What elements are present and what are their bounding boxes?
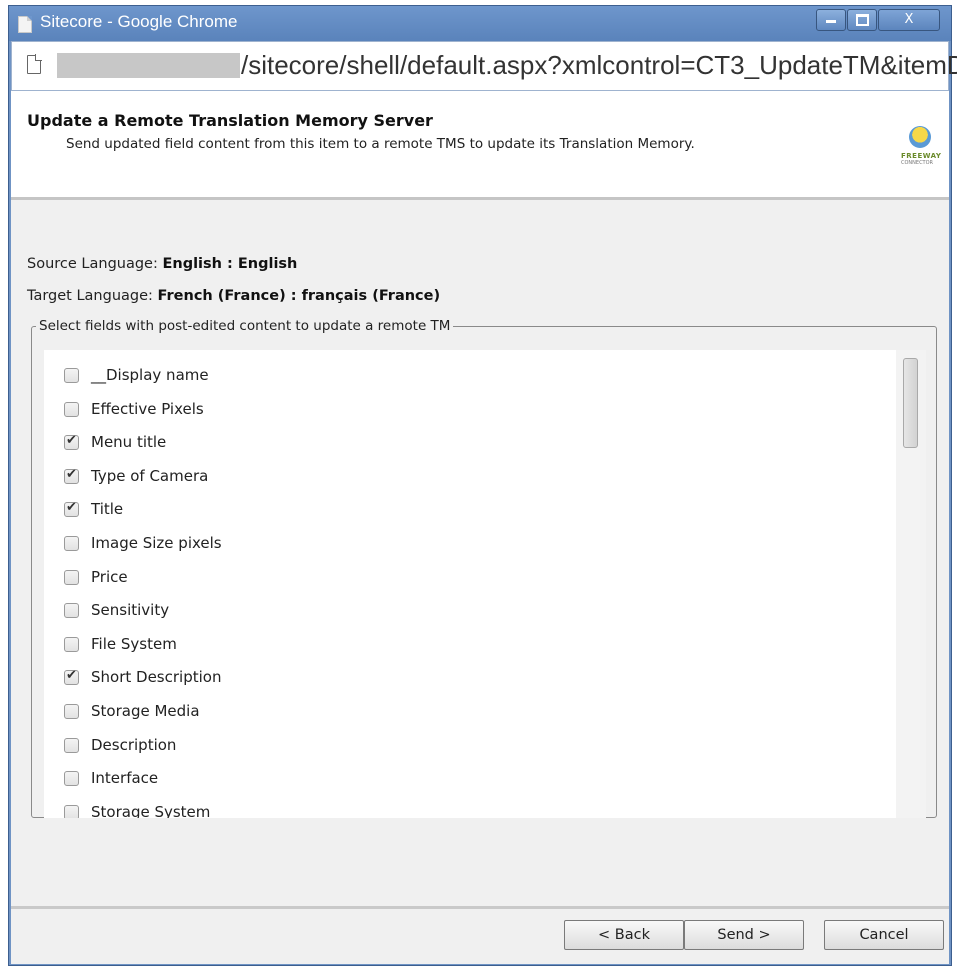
field-checkbox-label[interactable]: Effective Pixels [91,400,204,418]
field-checkbox[interactable] [64,636,79,652]
scrollbar[interactable] [896,350,926,818]
send-button[interactable]: Send > [684,920,804,950]
back-button[interactable]: < Back [564,920,684,950]
field-checkbox-row[interactable]: Type of Camera [64,465,208,487]
dialog-title: Update a Remote Translation Memory Serve… [27,111,433,130]
field-checkbox-label[interactable]: Storage Media [91,702,200,720]
field-checkbox-row[interactable]: __Display name [64,364,209,386]
title-bar[interactable]: Sitecore - Google Chrome X [9,6,951,41]
url-text[interactable]: /sitecore/shell/default.aspx?xmlcontrol=… [241,50,957,81]
field-checkbox[interactable] [64,602,79,618]
field-checkbox-row[interactable]: Description [64,734,176,756]
window-title: Sitecore - Google Chrome [40,12,238,31]
minimize-icon [826,20,836,23]
field-checkbox[interactable] [64,737,79,753]
field-checkbox-row[interactable]: Image Size pixels [64,532,222,554]
field-checkbox-label[interactable]: Description [91,736,176,754]
source-language-value: English : English [162,256,298,272]
field-checkbox-row[interactable]: File System [64,633,177,655]
fields-group: Select fields with post-edited content t… [31,318,937,818]
source-language-label: Source Language: [27,256,163,272]
field-checkbox-label[interactable]: File System [91,635,177,653]
field-checkbox-label[interactable]: Title [91,500,123,518]
dialog-body: Source Language: English : English Targe… [11,200,949,906]
field-checkbox-label[interactable]: Storage System [91,803,210,818]
field-checkbox-label[interactable]: Menu title [91,433,166,451]
field-checkbox[interactable] [64,535,79,551]
scrollbar-thumb[interactable] [903,358,918,448]
field-checkbox[interactable] [64,367,79,383]
logo-subtext: CONNECTOR [901,160,934,166]
close-icon: X [904,12,914,27]
field-checkbox-label[interactable]: Short Description [91,668,221,686]
target-language-value: French (France) : français (France) [157,288,441,304]
maximize-icon [855,14,869,26]
field-checkbox-label[interactable]: __Display name [91,366,209,384]
fields-group-legend: Select fields with post-edited content t… [39,318,451,334]
close-button[interactable]: X [878,9,940,31]
field-checkbox-row[interactable]: Effective Pixels [64,398,204,420]
logo-text: FREEWAY [901,152,942,160]
field-checkbox[interactable] [64,500,79,517]
redacted-host [57,53,240,78]
field-checkbox-label[interactable]: Interface [91,769,158,787]
source-language: Source Language: English : English [27,256,297,272]
field-checkbox[interactable] [64,770,79,786]
target-language-label: Target Language: [27,288,158,304]
field-checkbox-label[interactable]: Price [91,568,128,586]
field-checkbox-row[interactable]: Storage System [64,801,210,818]
field-checkbox-row[interactable]: Interface [64,767,158,789]
logo-icon [909,126,931,148]
address-bar[interactable]: /sitecore/shell/default.aspx?xmlcontrol=… [11,41,957,91]
field-checkbox-row[interactable]: Price [64,566,128,588]
field-checkbox-row[interactable]: Title [64,498,123,520]
document-icon [27,54,42,74]
field-checkbox[interactable] [64,467,79,484]
target-language: Target Language: French (France) : franç… [27,288,440,304]
field-checkbox[interactable] [64,569,79,585]
field-checkbox-row[interactable]: Storage Media [64,700,200,722]
dialog-footer: < Back Send > Cancel [11,906,949,964]
field-checkbox-label[interactable]: Type of Camera [91,467,208,485]
freeway-connector-logo: FREEWAY CONNECTOR [901,126,941,176]
dialog-header: Update a Remote Translation Memory Serve… [11,91,949,200]
field-checkbox[interactable] [64,401,79,417]
field-checkbox-row[interactable]: Menu title [64,431,166,453]
page-icon [18,16,32,33]
field-checkbox[interactable] [64,703,79,719]
field-checkbox-label[interactable]: Sensitivity [91,601,169,619]
field-checkbox-label[interactable]: Image Size pixels [91,534,222,552]
field-checkbox-row[interactable]: Short Description [64,666,221,688]
field-checkbox-row[interactable]: Sensitivity [64,599,169,621]
cancel-button[interactable]: Cancel [824,920,944,950]
fields-list[interactable]: Storage System Interface Description Storag… [44,350,926,818]
minimize-button[interactable] [816,9,846,31]
browser-window: Sitecore - Google Chrome X /sitecore/she… [8,5,957,966]
maximize-button[interactable] [847,9,877,31]
dialog-description: Send updated field content from this ite… [66,136,695,152]
field-checkbox[interactable] [64,433,79,450]
field-checkbox[interactable] [64,804,79,818]
field-checkbox[interactable] [64,668,79,685]
